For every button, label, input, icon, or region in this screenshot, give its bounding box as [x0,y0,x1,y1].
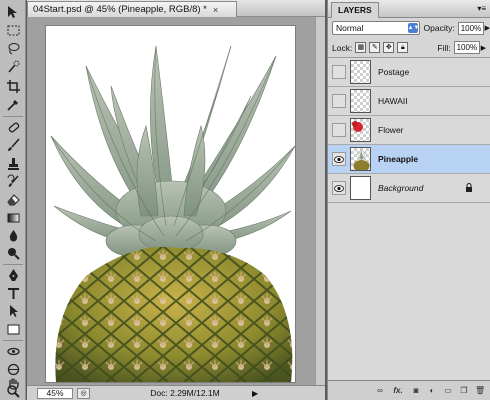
layer-list: Postage HAWAII Flower Pineapple Backgrou… [328,58,490,380]
visibility-toggle-icon[interactable] [332,123,346,137]
panel-menu-icon[interactable]: ▾≡ [477,4,486,13]
opacity-label: Opacity: [423,23,455,33]
vertical-scrollbar[interactable] [315,17,325,385]
layer-thumbnail [350,89,371,113]
canvas[interactable] [46,26,295,382]
lock-icon [465,183,473,194]
delete-layer-icon[interactable]: 🗑︎ [475,386,485,396]
layers-footer: ∞ fx. ◙ ◐ ▭ ❐ 🗑︎ [328,380,490,400]
lock-transparent-pixels-icon[interactable]: ▦ [355,42,367,53]
fill-label: Fill: [437,42,451,53]
opacity-slider-arrow-icon[interactable]: ▶ [485,24,490,32]
zoom-level-field[interactable]: 45% [37,387,73,399]
quick-selection-tool-icon[interactable] [3,58,23,75]
move-tool-icon[interactable] [3,4,23,21]
marquee-tool-icon[interactable] [3,22,23,39]
layer-thumbnail [350,60,371,84]
dodge-tool-icon[interactable] [3,245,23,262]
document-tab[interactable]: 04Start.psd @ 45% (Pineapple, RGB/8) * × [27,1,237,17]
new-layer-icon[interactable]: ❐ [459,386,469,396]
status-menu-arrow-icon[interactable]: ▶ [252,388,262,399]
layer-row-postage[interactable]: Postage [328,58,490,87]
layer-name: Background [378,183,424,193]
blur-tool-icon[interactable] [3,227,23,244]
gradient-tool-icon[interactable] [3,209,23,226]
eye-icon[interactable] [332,152,346,166]
toolbox-divider [3,116,23,117]
layer-thumbnail [350,118,371,142]
layers-tab[interactable]: LAYERS [331,2,379,18]
blend-opacity-row: Normal ▲▼ Opacity: 100% ▶ [328,18,490,38]
adjustment-layer-icon[interactable]: ◐ [427,386,437,396]
lock-image-pixels-icon[interactable]: ✎ [369,42,381,53]
type-tool-icon[interactable] [3,285,23,302]
layer-name: Postage [378,67,410,77]
fx-icon[interactable]: fx. [391,386,405,396]
layer-row-flower[interactable]: Flower [328,116,490,145]
clone-stamp-tool-icon[interactable] [3,155,23,172]
pen-tool-icon[interactable] [3,267,23,284]
status-bar: 45% ◎ Doc: 2.29M/12.1M ▶ [27,385,325,400]
lock-position-icon[interactable]: ✥ [383,42,395,53]
zoom-tool-icon[interactable] [3,383,23,400]
layer-name: Pineapple [378,154,419,164]
lock-fill-row: Lock: ▦ ✎ ✥ 🔒︎ Fill: 100% ▶ [328,38,490,58]
rectangle-tool-icon[interactable] [3,321,23,338]
new-group-icon[interactable]: ▭ [443,386,453,396]
layer-row-hawaii[interactable]: HAWAII [328,87,490,116]
layer-name: HAWAII [378,96,408,106]
path-selection-tool-icon[interactable] [3,303,23,320]
crop-tool-icon[interactable] [3,78,23,95]
layer-name: Flower [378,125,404,135]
close-icon[interactable]: × [213,5,218,15]
toolbox [0,0,26,400]
layers-panel: LAYERS ▾≡ Normal ▲▼ Opacity: 100% ▶ Lock… [327,0,490,400]
link-layers-icon[interactable]: ∞ [375,386,385,396]
eye-icon[interactable] [332,181,346,195]
document-titlebar: 04Start.psd @ 45% (Pineapple, RGB/8) * × [27,0,325,17]
healing-brush-tool-icon[interactable] [3,119,23,136]
add-mask-icon[interactable]: ◙ [411,386,421,396]
visibility-toggle-icon[interactable] [332,65,346,79]
opacity-field[interactable]: 100% [457,21,484,35]
layer-row-pineapple[interactable]: Pineapple [328,145,490,174]
blend-mode-select[interactable]: Normal ▲▼ [332,21,420,35]
eraser-tool-icon[interactable] [3,191,23,208]
toolbox-divider [3,340,23,341]
eyedropper-tool-icon[interactable] [3,96,23,113]
visibility-toggle-icon[interactable] [332,94,346,108]
document-window: 04Start.psd @ 45% (Pineapple, RGB/8) * × [27,0,325,400]
lock-label: Lock: [332,42,353,53]
status-info-icon[interactable]: ◎ [77,387,90,399]
toolbox-divider [3,264,23,265]
dropdown-arrow-icon: ▲▼ [407,23,420,33]
layer-thumbnail [350,147,371,171]
blend-mode-value: Normal [336,23,364,33]
layer-thumbnail [350,176,371,200]
layer-row-background[interactable]: Background [328,174,490,203]
layers-panel-header: LAYERS ▾≡ [328,0,490,18]
brush-tool-icon[interactable] [3,137,23,154]
fill-slider-arrow-icon[interactable]: ▶ [481,44,486,52]
document-tab-title: 04Start.psd @ 45% (Pineapple, RGB/8) * [33,4,207,15]
fill-field[interactable]: 100% [453,41,480,54]
pineapple-image [50,45,295,382]
3d-rotate-tool-icon[interactable] [3,343,23,360]
lock-all-icon[interactable]: 🔒︎ [397,42,409,53]
lasso-tool-icon[interactable] [3,40,23,57]
history-brush-tool-icon[interactable] [3,173,23,190]
document-size-info: Doc: 2.29M/12.1M [150,388,220,398]
